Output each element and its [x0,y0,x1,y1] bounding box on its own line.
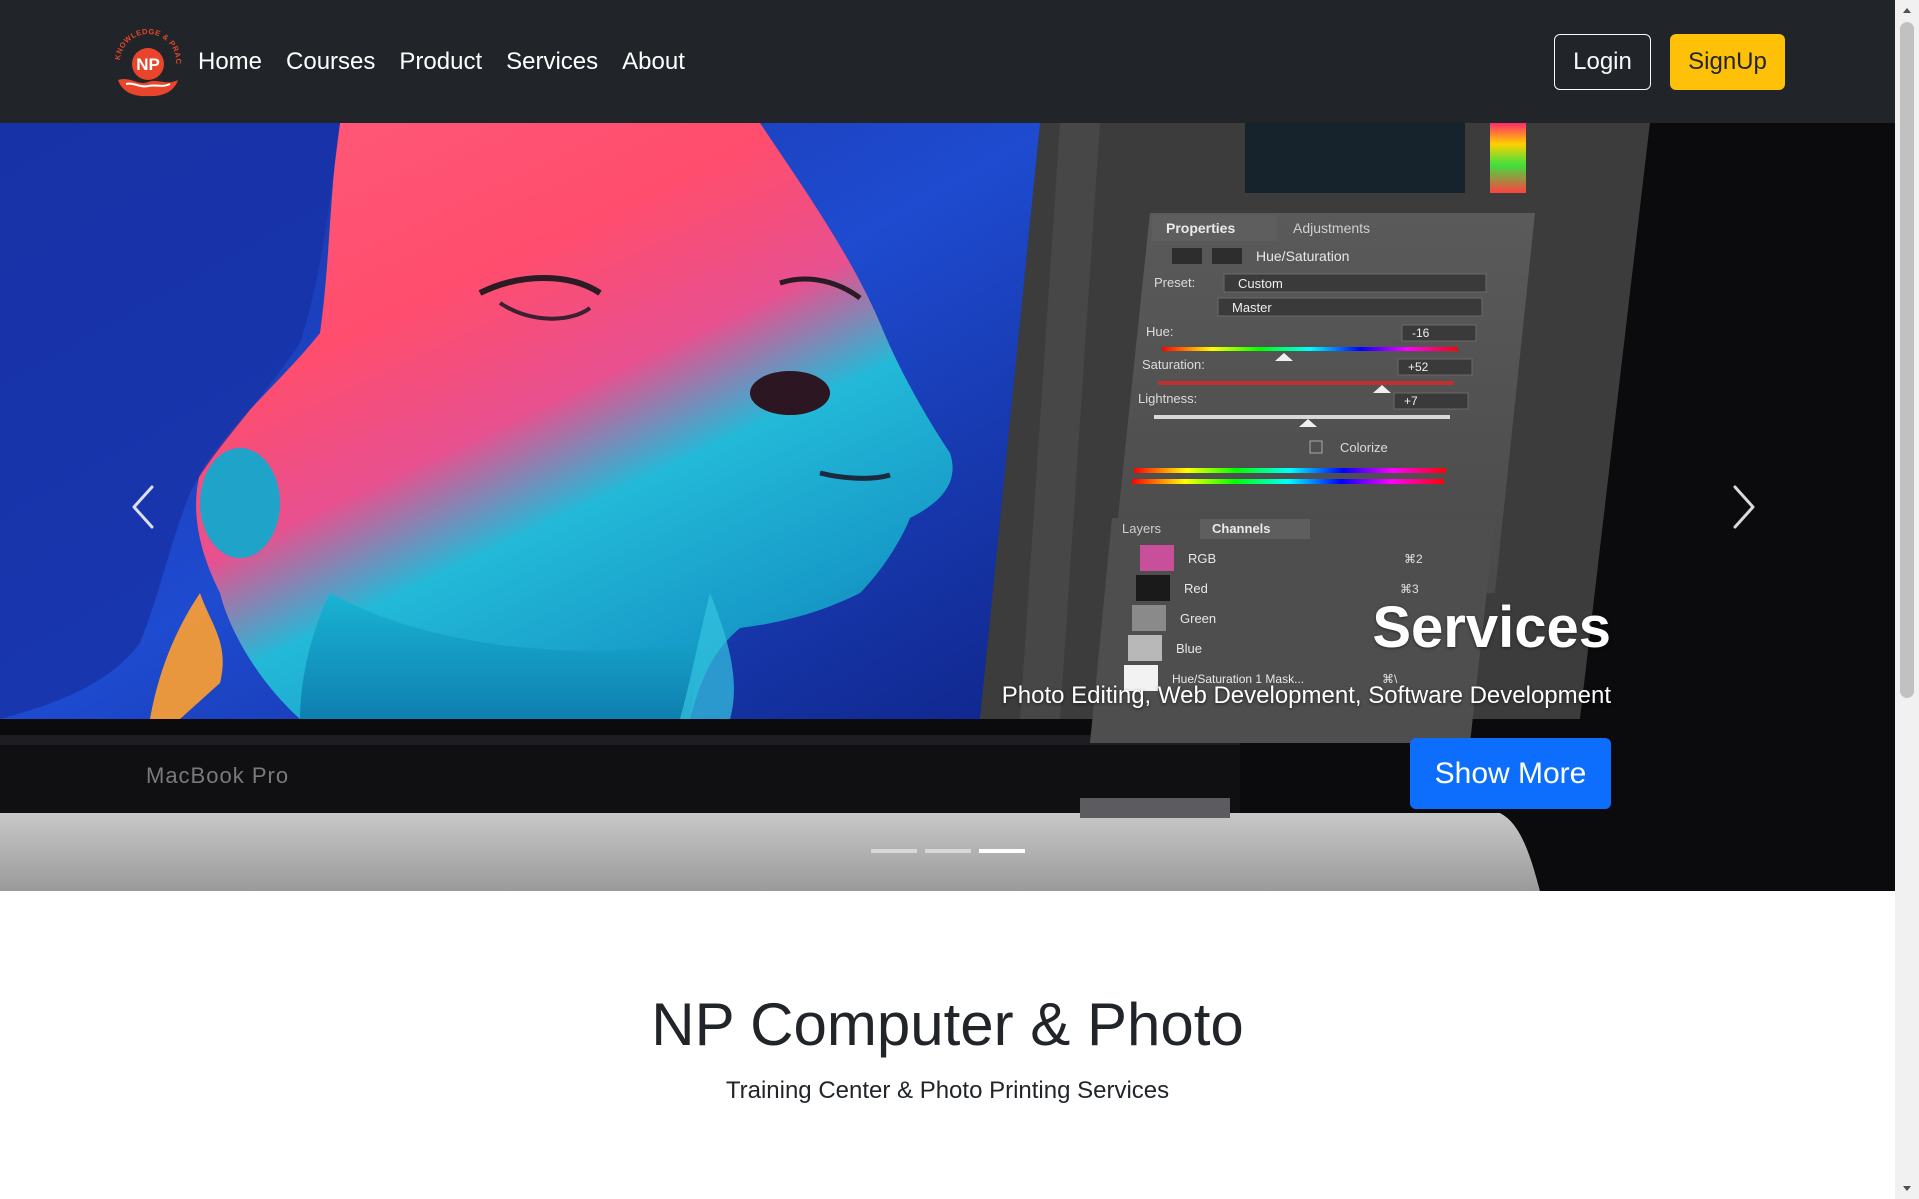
svg-text:Channels: Channels [1212,521,1271,536]
navbar: KNOWLEDGE & PRACTICE NP Home Courses Pro… [0,0,1895,123]
svg-text:⌘3: ⌘3 [1400,582,1419,596]
np-logo-icon: KNOWLEDGE & PRACTICE NP [105,17,183,97]
carousel-indicators [0,849,1895,853]
svg-text:Layers: Layers [1122,521,1162,536]
hero-carousel: Properties Adjustments Hue/Saturation Pr… [0,123,1895,891]
page-scrollbar[interactable] [1895,0,1919,1199]
carousel-indicator-3[interactable] [978,849,1025,853]
carousel-indicator-2[interactable] [924,849,971,853]
page-heading: NP Computer & Photo [651,991,1244,1058]
signup-button[interactable]: SignUp [1670,34,1785,90]
svg-text:+52: +52 [1408,360,1429,374]
scroll-up-arrow-icon[interactable] [1895,0,1919,20]
nav-link-services[interactable]: Services [494,48,610,76]
svg-text:NP: NP [136,55,160,74]
scrollbar-thumb[interactable] [1900,22,1914,698]
svg-text:Preset:: Preset: [1154,275,1195,290]
nav-link-about[interactable]: About [610,48,697,76]
svg-text:⌘2: ⌘2 [1404,552,1423,566]
svg-text:+7: +7 [1404,394,1418,408]
slide-title: Services [1372,595,1611,661]
svg-text:RGB: RGB [1188,551,1216,566]
carousel-caption: Services Photo Editing, Web Development,… [1002,596,1611,809]
svg-text:Red: Red [1184,581,1208,596]
slide-description: Photo Editing, Web Development, Software… [1001,682,1611,709]
brand-logo[interactable]: KNOWLEDGE & PRACTICE NP [105,17,188,99]
svg-text:Lightness:: Lightness: [1138,391,1197,406]
chevron-left-icon [132,485,154,529]
show-more-button[interactable]: Show More [1410,738,1611,809]
scroll-down-arrow-icon[interactable] [1895,1179,1919,1199]
nav-link-home[interactable]: Home [198,48,274,76]
svg-text:Colorize: Colorize [1340,440,1388,455]
carousel-prev-button[interactable] [48,123,238,891]
svg-text:Properties: Properties [1166,220,1235,236]
svg-text:Custom: Custom [1238,276,1283,291]
svg-text:Saturation:: Saturation: [1142,357,1205,372]
nav-link-product[interactable]: Product [387,48,494,76]
page-subheading: Training Center & Photo Printing Service… [725,1077,1170,1104]
nav-links: Home Courses Product Services About [198,0,697,123]
carousel-indicator-1[interactable] [870,849,917,853]
svg-text:Adjustments: Adjustments [1293,220,1370,236]
svg-text:-16: -16 [1412,326,1430,340]
login-button[interactable]: Login [1554,34,1651,90]
nav-link-courses[interactable]: Courses [274,48,387,76]
svg-text:Hue:: Hue: [1146,324,1173,339]
svg-text:Hue/Saturation: Hue/Saturation [1256,248,1349,264]
svg-text:Master: Master [1232,300,1272,315]
chevron-right-icon [1733,485,1755,529]
carousel-next-button[interactable] [1649,123,1839,891]
